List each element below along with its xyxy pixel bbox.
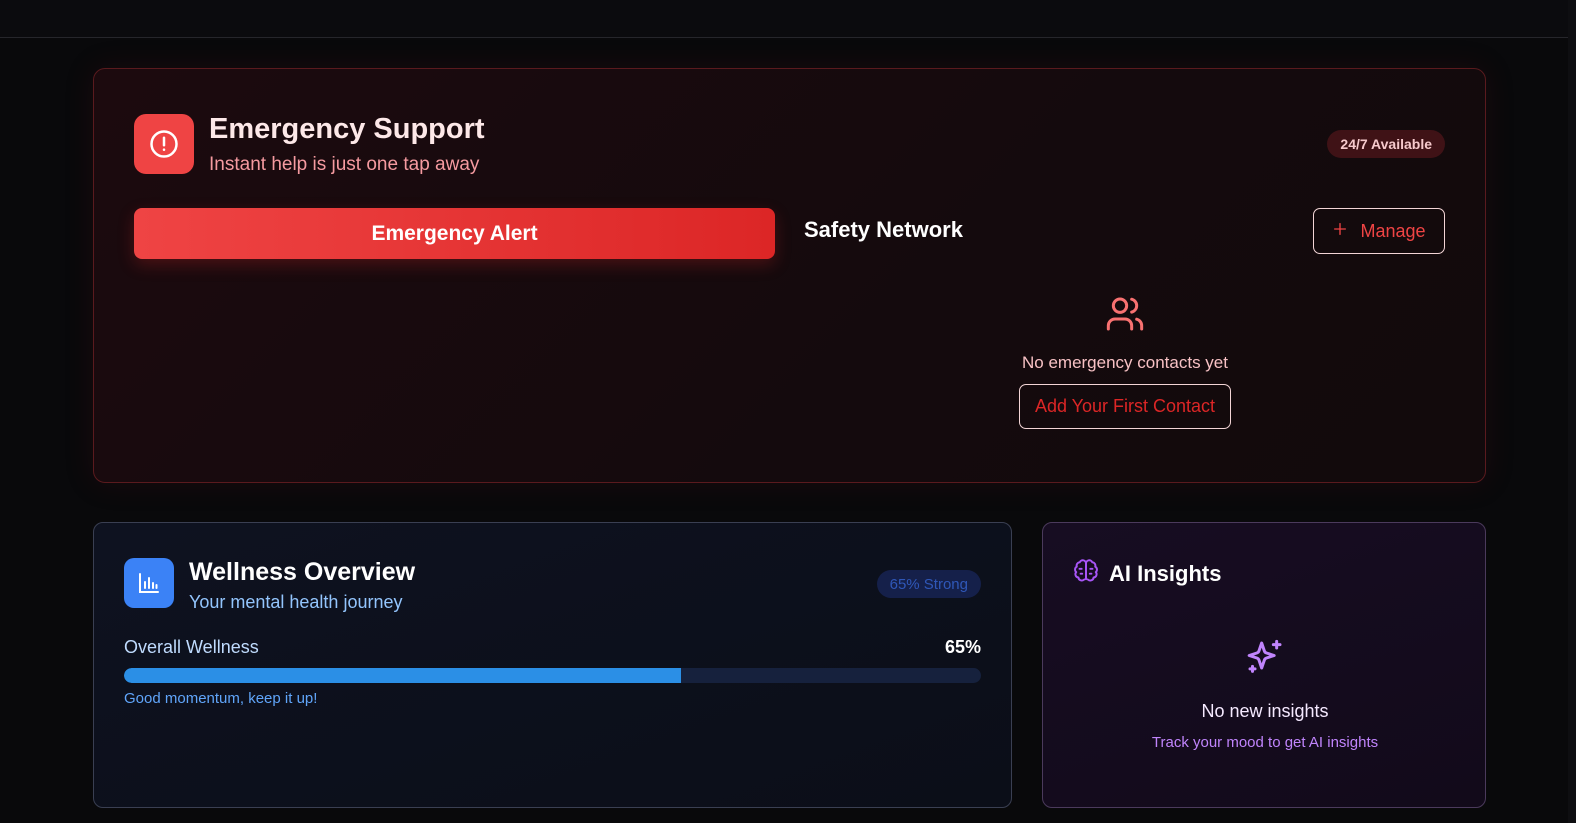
wellness-title: Wellness Overview: [189, 558, 416, 586]
wellness-progress-bar: [124, 668, 981, 683]
sparkles-icon: [1245, 638, 1285, 683]
ai-insights-title: AI Insights: [1109, 560, 1222, 586]
emergency-alert-button[interactable]: Emergency Alert: [134, 208, 775, 259]
add-first-contact-button[interactable]: Add Your First Contact: [1018, 384, 1232, 429]
manage-contacts-button[interactable]: Manage: [1313, 208, 1445, 254]
scrollbar[interactable]: [1568, 0, 1576, 823]
users-icon: [1105, 294, 1145, 339]
ai-insights-empty-state: No new insights Track your mood to get A…: [1043, 638, 1487, 751]
no-insights-text: No new insights: [1201, 701, 1329, 721]
ai-insights-card: AI Insights No new insights Track your m…: [1042, 522, 1486, 808]
manage-label: Manage: [1360, 220, 1426, 241]
bar-chart-icon: [124, 558, 174, 608]
track-mood-hint: Track your mood to get AI insights: [1151, 734, 1379, 751]
wellness-status-badge: 65% Strong: [876, 570, 981, 598]
overall-wellness-label: Overall Wellness: [124, 637, 259, 657]
wellness-overview-card: Wellness Overview Your mental health jou…: [93, 522, 1012, 808]
availability-badge: 24/7 Available: [1327, 130, 1445, 158]
contacts-empty-state: No emergency contacts yet Add Your First…: [1018, 294, 1232, 429]
safety-network-title: Safety Network: [804, 217, 963, 242]
emergency-support-card: Emergency Support Instant help is just o…: [93, 68, 1486, 483]
wellness-progress-fill: [124, 668, 682, 683]
overall-wellness-value: 65%: [944, 637, 981, 657]
ai-insights-header: AI Insights: [1073, 558, 1221, 589]
brain-icon: [1073, 558, 1099, 589]
top-bar: [0, 0, 1576, 38]
wellness-note: Good momentum, keep it up!: [124, 690, 318, 707]
alert-circle-icon: [134, 114, 194, 174]
emergency-subtitle: Instant help is just one tap away: [209, 154, 480, 175]
plus-icon: [1332, 221, 1348, 242]
emergency-title: Emergency Support: [209, 113, 485, 145]
wellness-subtitle: Your mental health journey: [189, 592, 403, 612]
empty-contacts-text: No emergency contacts yet: [1022, 353, 1228, 372]
page: Emergency Support Instant help is just o…: [0, 0, 1576, 823]
